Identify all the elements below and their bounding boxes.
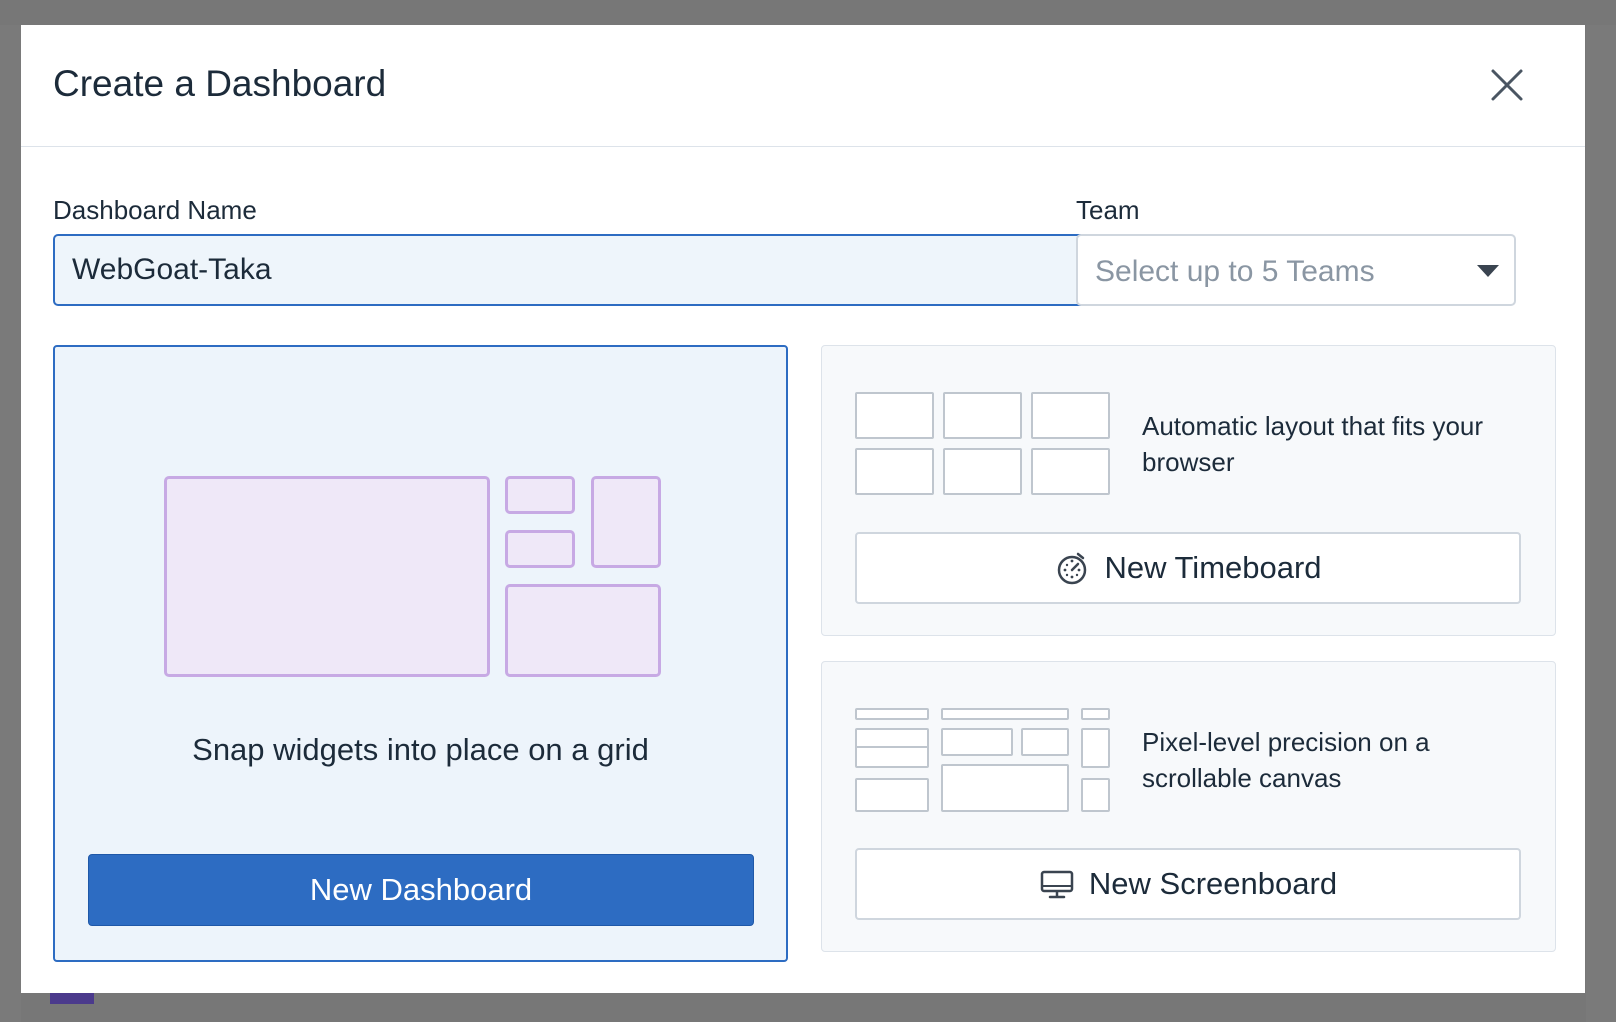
modal-header: Create a Dashboard (21, 25, 1585, 147)
free-layout-illustration (855, 708, 1115, 816)
screenboard-option-description: Pixel-level precision on a scrollable ca… (1142, 727, 1430, 793)
stopwatch-icon (1054, 550, 1090, 586)
dashboard-name-input[interactable] (53, 234, 1093, 306)
modal-title: Create a Dashboard (53, 63, 387, 104)
timeboard-option-card[interactable]: Automatic layout that fits your browser … (821, 345, 1556, 636)
dashboard-option-card[interactable]: Snap widgets into place on a grid New Da… (53, 345, 788, 962)
background-right-strip (1586, 25, 1616, 1022)
create-dashboard-modal: Create a Dashboard Dashboard Name Team S… (21, 25, 1585, 993)
dashboard-name-label: Dashboard Name (53, 195, 257, 225)
caret-down-icon (1477, 265, 1499, 277)
grid-layout-illustration (164, 476, 676, 686)
team-select-placeholder: Select up to 5 Teams (1095, 255, 1375, 288)
monitor-icon (1039, 866, 1075, 902)
new-timeboard-button[interactable]: New Timeboard (855, 532, 1521, 604)
screenboard-option-card[interactable]: Pixel-level precision on a scrollable ca… (821, 661, 1556, 952)
team-label: Team (1076, 195, 1140, 225)
close-icon[interactable] (1489, 67, 1525, 103)
auto-layout-illustration (855, 392, 1115, 500)
dashboard-option-description: Snap widgets into place on a grid (192, 732, 649, 767)
new-screenboard-label: New Screenboard (1088, 866, 1338, 901)
team-select[interactable]: Select up to 5 Teams (1076, 234, 1516, 306)
new-timeboard-label: New Timeboard (1104, 550, 1322, 585)
new-dashboard-button[interactable]: New Dashboard (88, 854, 754, 926)
new-screenboard-button[interactable]: New Screenboard (855, 848, 1521, 920)
timeboard-option-description: Automatic layout that fits your browser (1142, 411, 1484, 477)
background-left-strip (0, 25, 21, 1022)
